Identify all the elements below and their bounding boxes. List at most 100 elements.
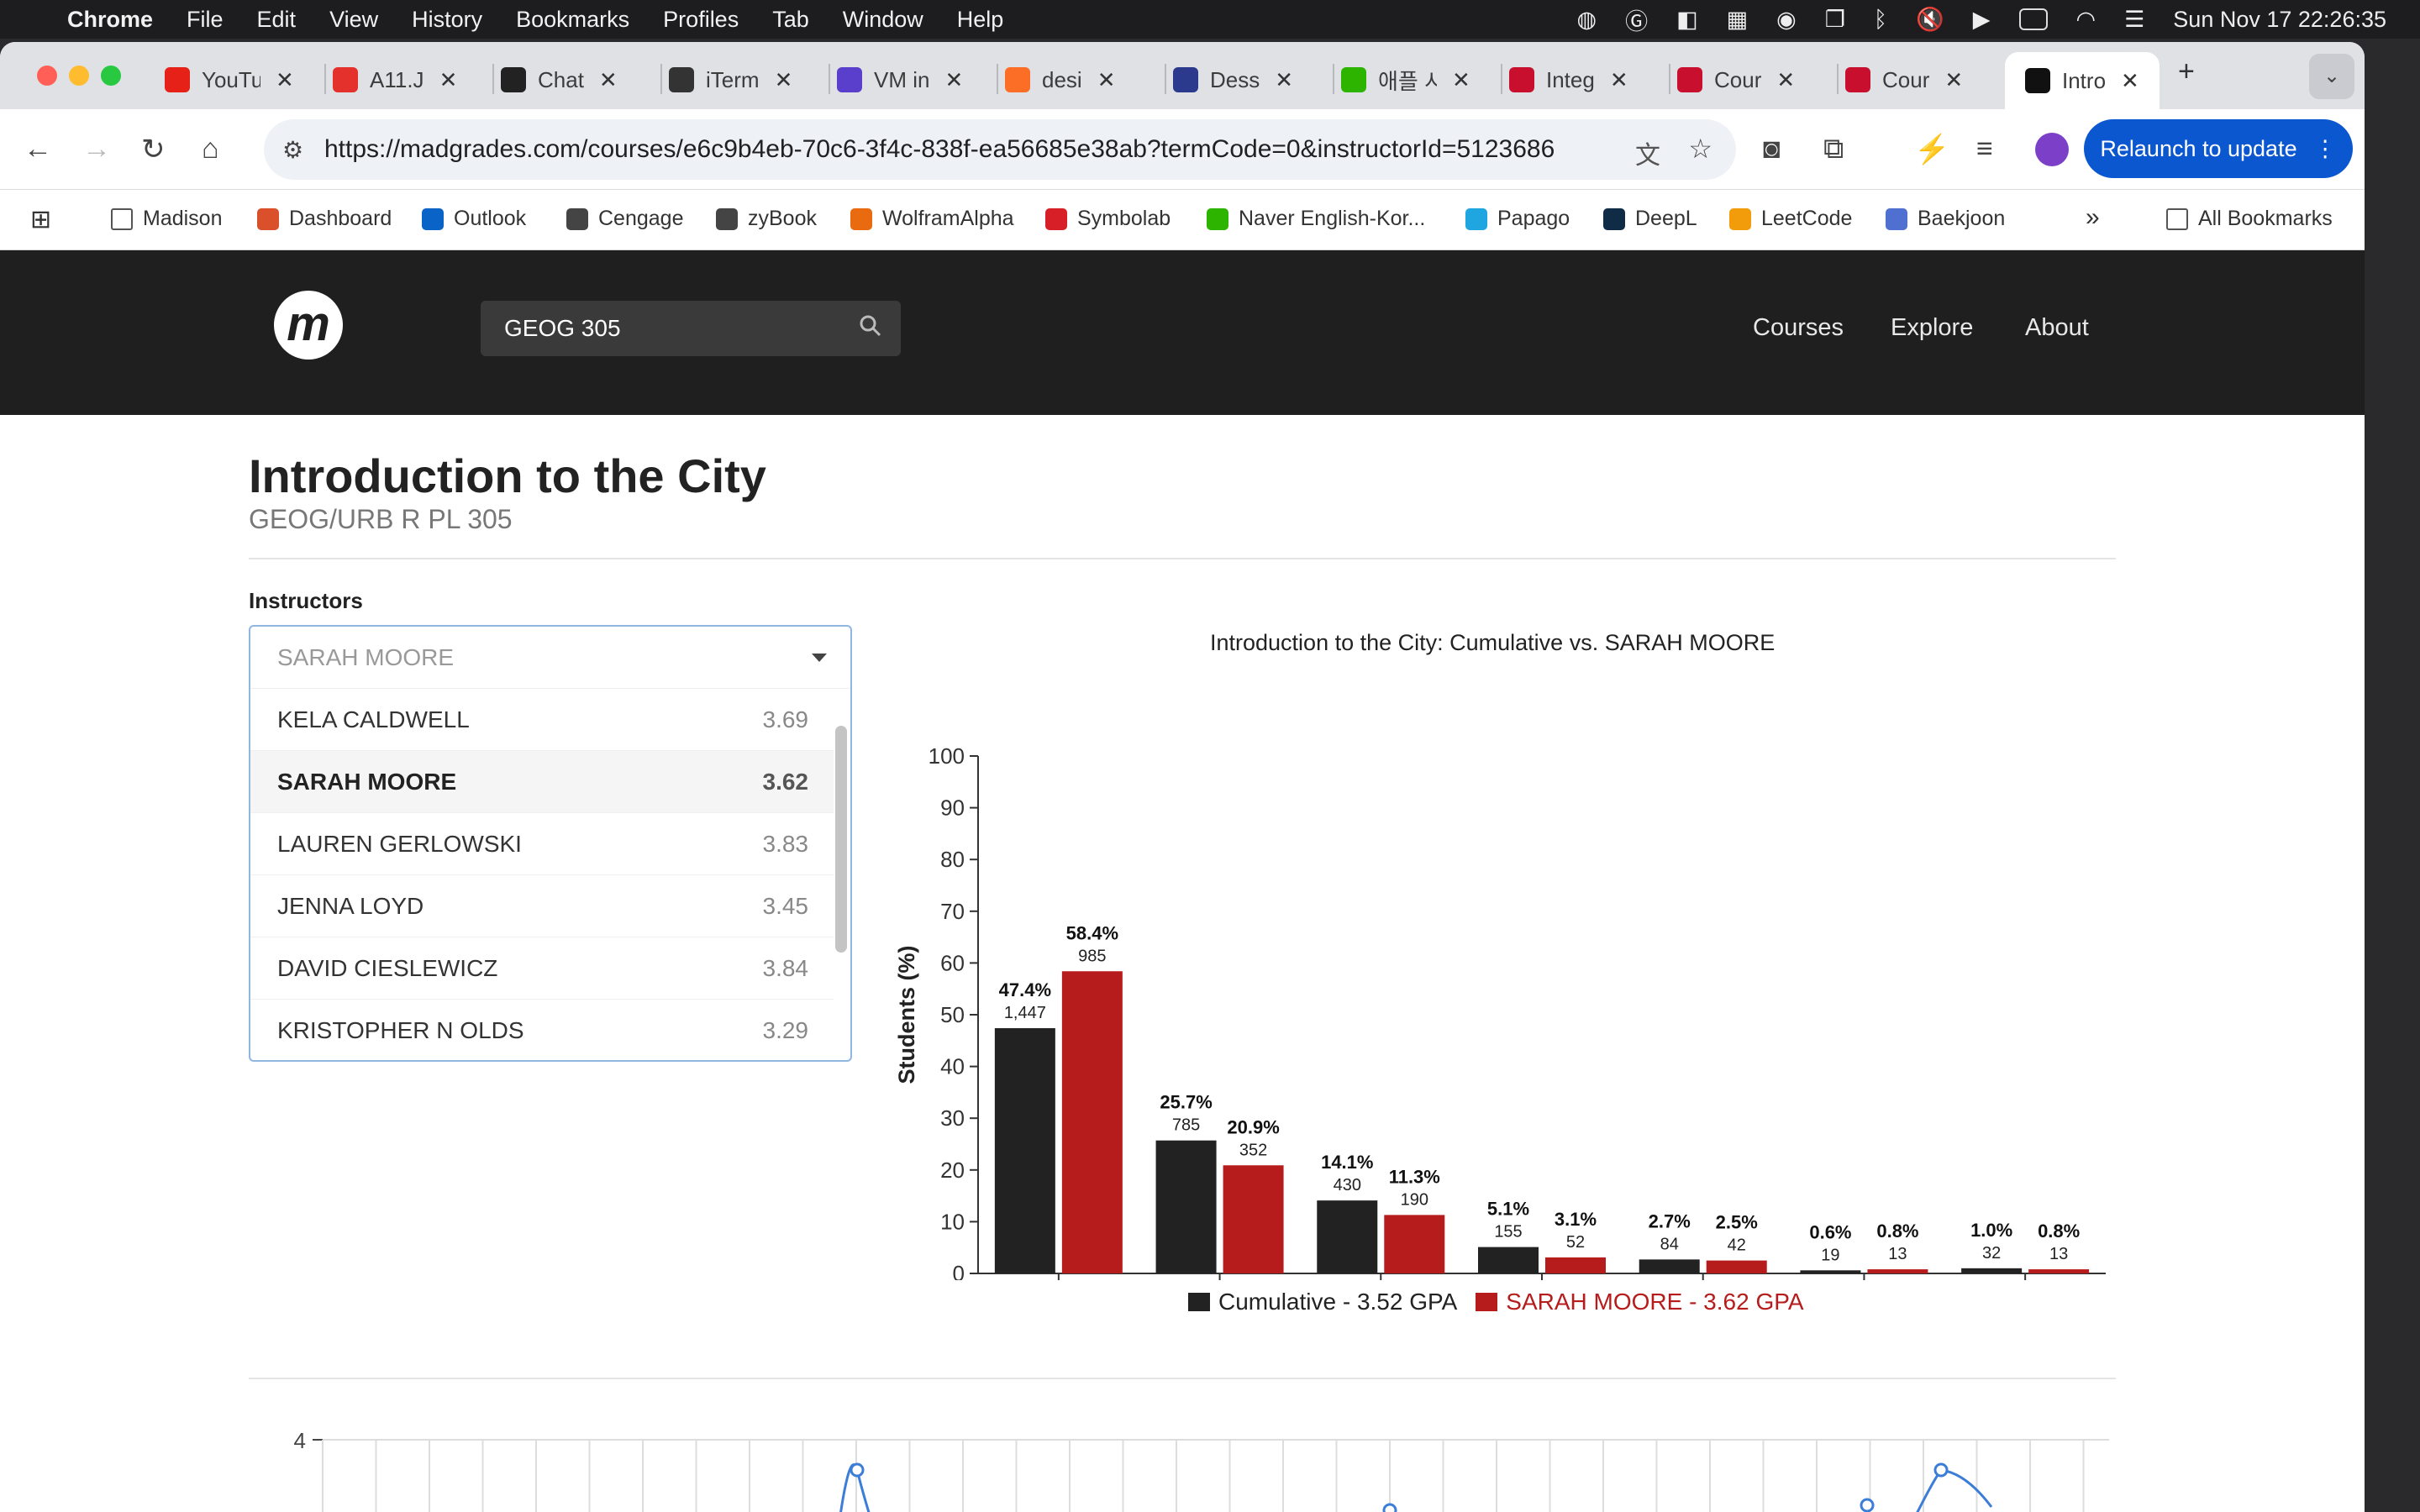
- bookmark-item[interactable]: Cengage: [566, 207, 683, 231]
- nav-about[interactable]: About: [2025, 314, 2089, 342]
- bookmark-item[interactable]: Dashboard: [257, 207, 392, 231]
- instructor-option[interactable]: KELA CALDWELL 3.69: [250, 689, 834, 751]
- menu-file[interactable]: File: [187, 0, 224, 39]
- instructor-option[interactable]: JENNA LOYD 3.45: [250, 875, 834, 937]
- apps-grid-icon[interactable]: ⊞: [30, 205, 51, 234]
- bar-instructor[interactable]: [1867, 1269, 1928, 1273]
- chart2-point[interactable]: [1933, 1462, 1949, 1478]
- camera-icon[interactable]: ◙: [1763, 133, 1781, 165]
- address-bar[interactable]: ⚙ https://madgrades.com/courses/e6c9b4eb…: [264, 119, 1736, 180]
- more-menu-icon[interactable]: ⋮: [2314, 136, 2337, 162]
- bar-instructor[interactable]: [1223, 1165, 1284, 1273]
- close-tab-icon[interactable]: ✕: [1275, 67, 1293, 93]
- bluetooth-icon[interactable]: ᛒ: [1874, 7, 1887, 33]
- forward-icon[interactable]: →: [82, 133, 111, 165]
- bar-instructor[interactable]: [1384, 1215, 1445, 1273]
- chart2-point[interactable]: [850, 1462, 865, 1478]
- bookmark-item[interactable]: Outlook: [422, 207, 526, 231]
- tab-1[interactable]: YouTu ✕: [165, 55, 294, 104]
- bar-cumulative[interactable]: [1800, 1270, 1861, 1273]
- instructor-select-input[interactable]: SARAH MOORE: [250, 627, 850, 689]
- close-tab-icon[interactable]: ✕: [1097, 67, 1116, 93]
- close-tab-icon[interactable]: ✕: [1452, 67, 1470, 93]
- legend-label-cumulative[interactable]: Cumulative - 3.52 GPA: [1218, 1289, 1457, 1315]
- menu-profiles[interactable]: Profiles: [663, 0, 739, 39]
- tab-8[interactable]: 애플 시 ✕: [1341, 55, 1470, 104]
- tab-5[interactable]: VM in ✕: [837, 55, 963, 104]
- menu-edit[interactable]: Edit: [257, 0, 297, 39]
- bookmark-star-icon[interactable]: ☆: [1688, 133, 1712, 165]
- menu-bookmarks[interactable]: Bookmarks: [516, 0, 629, 39]
- notification-icon[interactable]: ◉: [1776, 7, 1797, 33]
- menu-help[interactable]: Help: [957, 0, 1004, 39]
- search-icon[interactable]: [859, 314, 882, 338]
- battery-icon[interactable]: [2018, 8, 2048, 30]
- close-tab-icon[interactable]: ✕: [775, 67, 793, 93]
- bookmark-item[interactable]: Madison: [111, 207, 223, 231]
- profile-avatar[interactable]: [2035, 133, 2069, 166]
- bookmark-item[interactable]: Naver English-Kor...: [1207, 207, 1425, 231]
- bookmark-item[interactable]: Papago: [1465, 207, 1570, 231]
- extension-icon[interactable]: ◧: [1676, 7, 1698, 33]
- bar-instructor[interactable]: [1545, 1257, 1606, 1273]
- url-text[interactable]: https://madgrades.com/courses/e6c9b4eb-7…: [324, 135, 1555, 164]
- tab-search-button[interactable]: ⌄: [2309, 54, 2354, 99]
- dropdown-scrollbar[interactable]: [835, 726, 847, 953]
- performance-icon[interactable]: ⚡: [1914, 133, 1949, 166]
- translate-icon[interactable]: 文: [1635, 134, 1660, 171]
- close-tab-icon[interactable]: ✕: [944, 67, 963, 93]
- menu-view[interactable]: View: [329, 0, 378, 39]
- tab-6[interactable]: desi ✕: [1005, 55, 1116, 104]
- mute-icon[interactable]: 🔇: [1916, 6, 1944, 33]
- bar-instructor[interactable]: [2028, 1269, 2090, 1273]
- close-window-button[interactable]: [37, 66, 57, 86]
- bar-cumulative[interactable]: [1961, 1268, 2023, 1273]
- bar-cumulative[interactable]: [1317, 1200, 1378, 1273]
- reading-list-icon[interactable]: ≡: [1976, 133, 1993, 165]
- close-tab-icon[interactable]: ✕: [599, 67, 618, 93]
- nav-explore[interactable]: Explore: [1891, 314, 1973, 342]
- bookmark-item[interactable]: LeetCode: [1729, 207, 1852, 231]
- bookmark-item[interactable]: zyBook: [716, 207, 817, 231]
- more-bookmarks-icon[interactable]: »: [2086, 203, 2100, 232]
- bar-instructor[interactable]: [1706, 1260, 1767, 1273]
- home-icon[interactable]: ⌂: [202, 133, 219, 165]
- window-icon[interactable]: ❐: [1825, 7, 1845, 33]
- tab-9[interactable]: Integ ✕: [1509, 55, 1628, 104]
- tab-4[interactable]: iTerm ✕: [669, 55, 792, 104]
- chart2-point[interactable]: [1382, 1503, 1397, 1512]
- instructor-option[interactable]: LAUREN GERLOWSKI 3.83: [250, 813, 834, 875]
- bookmark-item[interactable]: Baekjoon: [1886, 207, 2005, 231]
- legend-label-instructor[interactable]: SARAH MOORE - 3.62 GPA: [1506, 1289, 1803, 1315]
- instructor-select[interactable]: SARAH MOORE KELA CALDWELL 3.69 SARAH MOORE…: [249, 625, 852, 1062]
- clock[interactable]: Sun Nov 17 22:26:35: [2173, 7, 2386, 33]
- maximize-window-button[interactable]: [101, 66, 121, 86]
- minimize-window-button[interactable]: [69, 66, 89, 86]
- chevron-down-icon[interactable]: [812, 654, 827, 662]
- madgrades-logo[interactable]: m: [274, 291, 343, 360]
- tab-10[interactable]: Cour ✕: [1677, 55, 1795, 104]
- instructor-option[interactable]: DAVID CIESLEWICZ 3.84: [250, 937, 834, 1000]
- bar-cumulative[interactable]: [994, 1028, 1055, 1273]
- menu-history[interactable]: History: [412, 0, 482, 39]
- reload-icon[interactable]: ↻: [141, 133, 166, 166]
- tab-11[interactable]: Cour ✕: [1845, 55, 1963, 104]
- play-icon[interactable]: ▶: [1973, 7, 1991, 33]
- menu-app-name[interactable]: Chrome: [67, 0, 153, 39]
- close-tab-icon[interactable]: ✕: [1944, 67, 1963, 93]
- bookmark-item[interactable]: Symbolab: [1045, 207, 1171, 231]
- site-info-icon[interactable]: ⚙: [282, 136, 303, 164]
- bar-instructor[interactable]: [1061, 971, 1123, 1273]
- all-bookmarks-folder[interactable]: All Bookmarks: [2166, 207, 2333, 231]
- menu-tab[interactable]: Tab: [772, 0, 809, 39]
- tab-3[interactable]: Chat ✕: [501, 55, 618, 104]
- close-tab-icon[interactable]: ✕: [1776, 67, 1795, 93]
- tab-2[interactable]: A11.J ✕: [333, 55, 457, 104]
- course-search-input[interactable]: GEOG 305: [481, 301, 901, 356]
- close-tab-icon[interactable]: ✕: [2121, 68, 2139, 94]
- wifi-icon[interactable]: ◠: [2076, 7, 2096, 33]
- back-icon[interactable]: ←: [24, 133, 52, 165]
- grammarly-icon[interactable]: Ⓖ: [1625, 3, 1648, 36]
- bar-cumulative[interactable]: [1478, 1247, 1539, 1273]
- vpn-icon[interactable]: ◍: [1577, 7, 1597, 33]
